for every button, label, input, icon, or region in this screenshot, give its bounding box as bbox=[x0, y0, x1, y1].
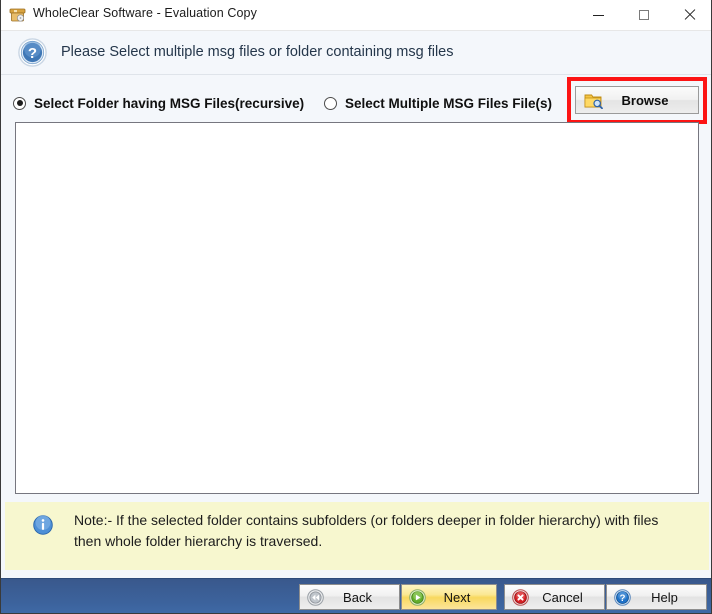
close-icon bbox=[684, 9, 696, 21]
info-circle-icon bbox=[33, 515, 53, 535]
help-button-label: Help bbox=[651, 589, 678, 605]
radio-unselected-icon bbox=[324, 96, 337, 110]
close-circle-icon bbox=[512, 588, 529, 606]
next-button[interactable]: Next bbox=[401, 584, 497, 610]
close-button[interactable] bbox=[667, 0, 711, 30]
file-list-area[interactable] bbox=[15, 122, 699, 494]
archive-box-icon bbox=[9, 7, 26, 24]
question-circle-icon: ? bbox=[614, 588, 631, 606]
minimize-icon bbox=[592, 14, 604, 16]
svg-text:?: ? bbox=[28, 45, 37, 62]
question-mark-circle-icon: ? bbox=[18, 38, 47, 67]
note-panel: Note:- If the selected folder contains s… bbox=[5, 502, 709, 570]
window-title: WholeClear Software - Evaluation Copy bbox=[33, 6, 257, 20]
instruction-text: Please Select multiple msg files or fold… bbox=[61, 44, 454, 60]
radio-select-files-label: Select Multiple MSG Files File(s) bbox=[345, 95, 553, 111]
back-button-label: Back bbox=[343, 589, 372, 605]
cancel-button[interactable]: Cancel bbox=[504, 584, 605, 610]
note-text: Note:- If the selected folder contains s… bbox=[74, 512, 659, 549]
back-button[interactable]: Back bbox=[299, 584, 400, 610]
svg-text:?: ? bbox=[620, 593, 626, 604]
maximize-button[interactable] bbox=[621, 0, 667, 30]
next-button-label: Next bbox=[443, 589, 471, 605]
help-button[interactable]: ? Help bbox=[606, 584, 707, 610]
rewind-circle-icon bbox=[307, 588, 324, 606]
radio-select-folder-label: Select Folder having MSG Files(recursive… bbox=[34, 95, 305, 111]
cancel-button-label: Cancel bbox=[542, 589, 583, 605]
browse-highlight-annotation bbox=[567, 77, 707, 124]
minimize-button[interactable] bbox=[575, 0, 621, 30]
panel-separator bbox=[1, 570, 711, 578]
radio-select-folder[interactable]: Select Folder having MSG Files(recursive… bbox=[13, 94, 304, 112]
radio-selected-icon bbox=[13, 96, 26, 110]
play-circle-icon bbox=[409, 588, 426, 606]
radio-select-files[interactable]: Select Multiple MSG Files File(s) bbox=[324, 94, 552, 112]
maximize-icon bbox=[639, 10, 649, 20]
title-bar: WholeClear Software - Evaluation Copy bbox=[1, 0, 711, 31]
application-window: WholeClear Software - Evaluation Copy ? … bbox=[0, 0, 712, 614]
